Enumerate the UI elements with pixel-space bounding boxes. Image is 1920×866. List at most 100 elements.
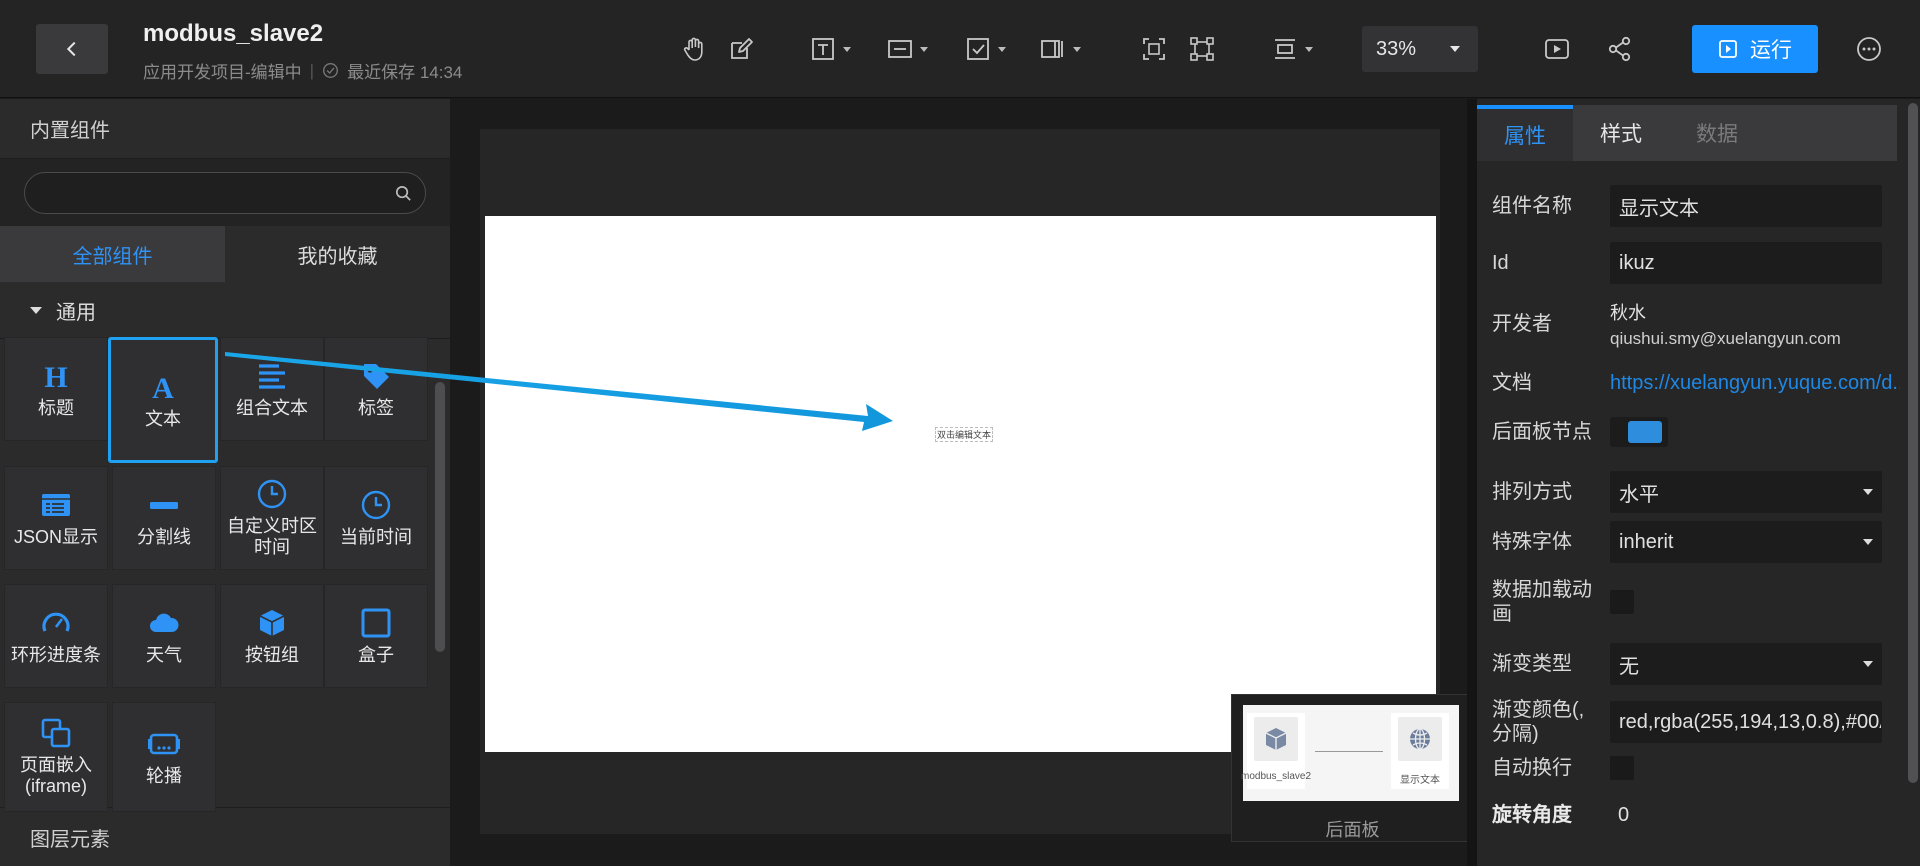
hand-icon bbox=[683, 37, 703, 61]
component-timezone-time[interactable]: 自定义时区时间 bbox=[220, 466, 324, 570]
chevron-down-icon bbox=[1863, 539, 1873, 545]
checkbox-tool-dropdown[interactable] bbox=[964, 32, 1006, 66]
rotate-value[interactable]: 0 bbox=[1610, 804, 1629, 827]
docs-link[interactable]: https://xuelangyun.yuque.com/d... bbox=[1610, 372, 1900, 395]
tab-data[interactable]: 数据 bbox=[1669, 105, 1765, 161]
select-value: 无 bbox=[1619, 655, 1639, 678]
svg-text:H: H bbox=[44, 361, 67, 392]
more-options-button[interactable] bbox=[1855, 32, 1883, 66]
component-carousel[interactable]: 轮播 bbox=[112, 702, 216, 812]
back-panel-node-toggle[interactable] bbox=[1610, 417, 1668, 447]
share-button[interactable] bbox=[1606, 32, 1634, 66]
gradient-colors-input[interactable]: red,rgba(255,194,13,0.8),#00A bbox=[1610, 701, 1882, 743]
text-tool-dropdown[interactable] bbox=[809, 32, 851, 66]
id-input[interactable]: ikuz bbox=[1610, 242, 1882, 284]
component-button-group[interactable]: 按钮组 bbox=[220, 584, 324, 688]
select-value: 水平 bbox=[1619, 483, 1659, 506]
saved-status: 最近保存 14:34 bbox=[347, 63, 463, 82]
cube-icon bbox=[259, 609, 285, 636]
prop-gradient-type: 渐变类型 无 bbox=[1492, 643, 1902, 685]
graph-node-target[interactable]: 显示文本 bbox=[1391, 713, 1449, 789]
component-label: 文本 bbox=[145, 408, 181, 429]
panel-divider[interactable] bbox=[1467, 99, 1477, 866]
prop-rotate: 旋转角度 0 bbox=[1492, 803, 1902, 827]
component-label: 轮播 bbox=[146, 765, 182, 786]
component-label: 页面嵌入 (iframe) bbox=[20, 755, 92, 796]
component-box[interactable]: 盒子 bbox=[324, 584, 428, 688]
back-button[interactable] bbox=[36, 24, 108, 74]
component-current-time[interactable]: 当前时间 bbox=[324, 466, 428, 570]
component-ring-progress[interactable]: 环形进度条 bbox=[4, 584, 108, 688]
check-circle-icon bbox=[323, 63, 339, 78]
layers-title[interactable]: 图层元素 bbox=[0, 807, 450, 866]
hand-tool-button[interactable] bbox=[680, 32, 708, 66]
component-weather[interactable]: 天气 bbox=[112, 584, 216, 688]
input-field-icon bbox=[888, 40, 912, 58]
panel-scrollbar[interactable] bbox=[435, 382, 445, 652]
tag-icon bbox=[364, 363, 389, 389]
chevron-down-icon bbox=[920, 46, 928, 52]
component-combined-text[interactable]: 组合文本 bbox=[220, 337, 324, 441]
component-json-display[interactable]: JSON显示 bbox=[4, 466, 108, 570]
prop-label: 渐变颜色(,分隔) bbox=[1492, 699, 1585, 745]
align-dropdown[interactable] bbox=[1271, 32, 1313, 66]
graph-node-source[interactable]: modbus_slave2 bbox=[1241, 713, 1311, 789]
canvas-text-element[interactable]: 双击编辑文本 bbox=[935, 427, 994, 442]
component-name-input[interactable]: 显示文本 bbox=[1610, 185, 1882, 227]
prop-docs: 文档 https://xuelangyun.yuque.com/d... bbox=[1492, 371, 1902, 395]
chevron-down-icon bbox=[1073, 46, 1081, 52]
component-label: 环形进度条 bbox=[11, 644, 101, 665]
component-label: 组合文本 bbox=[236, 397, 308, 418]
share-icon bbox=[1608, 36, 1631, 62]
prop-label: 组件名称 bbox=[1492, 195, 1572, 217]
transform-button[interactable] bbox=[1188, 32, 1216, 66]
node-icon-wrap bbox=[1398, 717, 1442, 761]
box-icon bbox=[361, 608, 391, 637]
auto-wrap-checkbox[interactable] bbox=[1610, 756, 1634, 780]
font-select[interactable]: inherit bbox=[1610, 521, 1882, 563]
tab-all-components[interactable]: 全部组件 bbox=[0, 226, 225, 282]
zoom-value: 33% bbox=[1376, 37, 1417, 60]
load-animation-checkbox[interactable] bbox=[1610, 590, 1634, 614]
preview-button[interactable] bbox=[1543, 32, 1571, 66]
panel-title: 内置组件 bbox=[0, 99, 450, 159]
tab-styles[interactable]: 样式 bbox=[1573, 105, 1669, 161]
tab-properties[interactable]: 属性 bbox=[1477, 105, 1573, 161]
back-panel-preview[interactable]: modbus_slave2 显示文本 后面板 bbox=[1231, 694, 1472, 842]
component-tabs: 全部组件 我的收藏 bbox=[0, 226, 450, 282]
zoom-select[interactable]: 33% bbox=[1362, 26, 1478, 72]
prop-component-name: 组件名称 显示文本 bbox=[1492, 185, 1902, 227]
edit-tool-button[interactable] bbox=[727, 32, 755, 66]
fit-screen-button[interactable] bbox=[1140, 32, 1168, 66]
side-panel-icon bbox=[1041, 40, 1063, 58]
chevron-down-icon bbox=[998, 46, 1006, 52]
component-text[interactable]: A 文本 bbox=[108, 337, 218, 463]
node-caption: 显示文本 bbox=[1400, 775, 1440, 786]
section-general[interactable]: 通用 bbox=[0, 282, 450, 339]
input-tool-dropdown[interactable] bbox=[886, 32, 928, 66]
component-divider[interactable]: 分割线 bbox=[112, 466, 216, 570]
prop-label: 数据加载动画 bbox=[1492, 579, 1592, 625]
run-button[interactable]: 运行 bbox=[1692, 25, 1818, 73]
property-scrollbar[interactable] bbox=[1908, 103, 1918, 783]
component-heading[interactable]: H 标题 bbox=[4, 337, 108, 441]
tab-favorites[interactable]: 我的收藏 bbox=[225, 226, 450, 282]
component-tag[interactable]: 标签 bbox=[324, 337, 428, 441]
panel-tool-dropdown[interactable] bbox=[1039, 32, 1081, 66]
component-iframe[interactable]: 页面嵌入 (iframe) bbox=[4, 702, 108, 812]
align-center-icon bbox=[1275, 39, 1295, 59]
search-input[interactable] bbox=[25, 172, 425, 213]
canvas-page[interactable]: 双击编辑文本 bbox=[485, 216, 1436, 752]
layout-select[interactable]: 水平 bbox=[1610, 471, 1882, 513]
prop-id: Id ikuz bbox=[1492, 242, 1902, 284]
graph-edge bbox=[1315, 751, 1383, 752]
gauge-icon bbox=[42, 612, 70, 632]
toggle-knob bbox=[1628, 421, 1662, 443]
more-icon bbox=[1857, 37, 1881, 61]
component-label: 天气 bbox=[146, 644, 182, 665]
iframe-icon bbox=[41, 718, 71, 748]
gradient-type-select[interactable]: 无 bbox=[1610, 643, 1882, 685]
prop-back-panel-node: 后面板节点 bbox=[1492, 417, 1902, 447]
developer-info: 秋水 qiushui.smy@xuelangyun.com bbox=[1610, 299, 1902, 349]
search-icon[interactable] bbox=[394, 184, 413, 203]
